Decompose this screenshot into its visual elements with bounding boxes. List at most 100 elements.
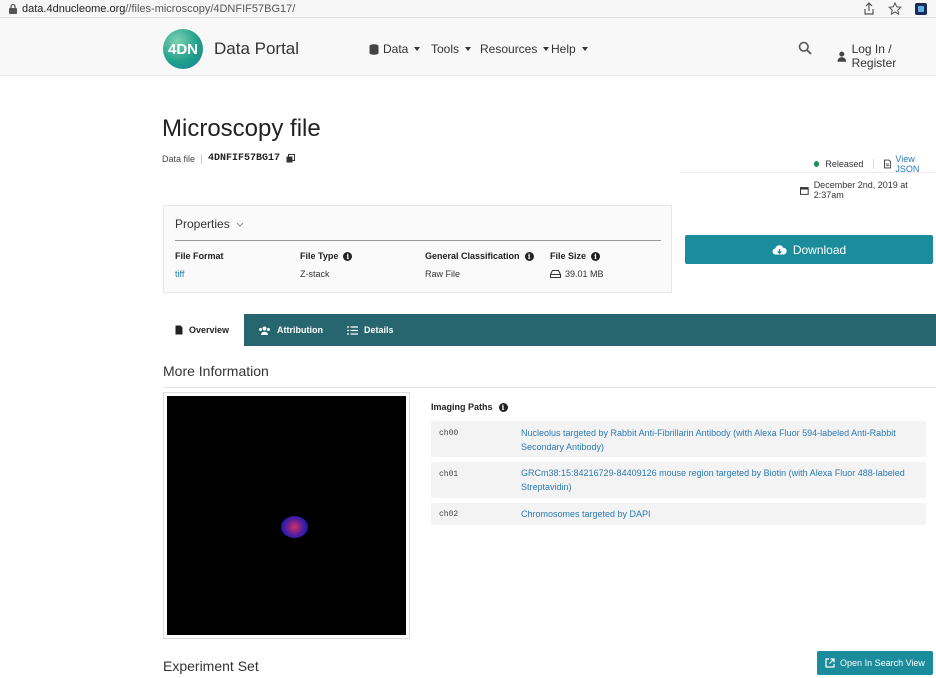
prop-classification: General Classification i Raw File <box>425 251 534 279</box>
prop-label: General Classification <box>425 251 520 261</box>
menu-help[interactable]: Help <box>551 42 588 56</box>
properties-toggle[interactable]: Properties <box>175 217 244 231</box>
4dn-logo[interactable]: 4DN <box>163 29 203 69</box>
url-host: data.4dnucleome.org <box>22 3 126 15</box>
file-icon <box>175 325 183 335</box>
status-badge: Released <box>825 159 864 169</box>
menu-tools-label: Tools <box>431 42 460 56</box>
accession-id: 4DNFIF57BG17 <box>208 153 281 164</box>
file-format-link[interactable]: tiff <box>175 269 184 279</box>
imaging-path-row: ch01 GRCm38:15:84216729-84409126 mouse r… <box>431 462 926 498</box>
prop-file-size: File Size i 39.01 MB <box>550 251 604 279</box>
extension-icon[interactable] <box>914 2 928 16</box>
copy-icon[interactable] <box>286 154 296 163</box>
login-label: Log In / Register <box>851 42 897 70</box>
cloud-download-icon <box>772 244 787 254</box>
tab-details[interactable]: Details <box>335 314 406 346</box>
status-dot-icon <box>814 161 820 167</box>
info-icon[interactable]: i <box>591 251 601 261</box>
hard-drive-icon <box>550 270 561 278</box>
users-icon <box>259 326 270 335</box>
tab-label: Attribution <box>277 325 323 335</box>
star-icon[interactable] <box>888 1 902 16</box>
tab-label: Details <box>364 325 394 335</box>
info-icon[interactable]: i <box>524 251 534 261</box>
prop-value: Raw File <box>425 269 461 279</box>
prop-file-type: File Type i Z-stack <box>300 251 353 279</box>
prop-label: File Size <box>550 251 587 261</box>
more-info-title: More Information <box>163 363 269 379</box>
chevron-down-icon <box>465 47 472 51</box>
tab-overview[interactable]: Overview <box>163 314 244 346</box>
file-type-label: Data file <box>162 153 196 164</box>
url-path: //files-microscopy/4DNFIF57BG17/ <box>125 3 296 15</box>
top-navbar: 4DN Data Portal Data Tools Resources Hel… <box>0 18 936 76</box>
calendar-icon <box>800 186 809 195</box>
nucleus-spot <box>281 516 308 538</box>
divider <box>163 387 936 388</box>
prop-file-format: File Format tiff <box>175 251 224 279</box>
prop-label: File Type <box>300 251 339 261</box>
share-icon[interactable] <box>862 2 876 16</box>
url-text[interactable]: data.4dnucleome.org//files-microscopy/4D… <box>22 3 295 15</box>
prop-value: Z-stack <box>300 269 330 279</box>
channel-id: ch00 <box>439 429 459 438</box>
properties-title: Properties <box>175 217 230 231</box>
download-button[interactable]: Download <box>685 235 933 264</box>
external-link-icon <box>825 658 835 668</box>
menu-data[interactable]: Data <box>369 42 421 56</box>
status-area: Released View JSON <box>814 154 936 174</box>
search-icon[interactable] <box>798 41 812 55</box>
divider <box>680 172 936 173</box>
browser-url-bar: data.4dnucleome.org//files-microscopy/4D… <box>0 0 936 18</box>
open-in-search-view-button[interactable]: Open In Search View <box>817 651 933 675</box>
view-json-link[interactable]: View JSON <box>884 154 936 174</box>
user-icon <box>837 51 847 62</box>
imaging-paths-label: Imaging Paths <box>431 402 493 412</box>
open-search-label: Open In Search View <box>840 658 925 668</box>
imaging-path-row: ch02 Chromosomes targeted by DAPI <box>431 503 926 525</box>
download-label: Download <box>792 242 847 257</box>
page-title: Microscopy file <box>162 115 321 142</box>
menu-tools[interactable]: Tools <box>431 42 472 56</box>
channel-id: ch02 <box>439 510 459 519</box>
date-created: December 2nd, 2019 at 2:37am <box>800 180 936 200</box>
brand-title[interactable]: Data Portal <box>214 39 299 59</box>
lock-icon <box>9 3 17 14</box>
prop-value: 39.01 MB <box>565 269 604 279</box>
date-text: December 2nd, 2019 at 2:37am <box>813 180 908 200</box>
tab-attribution[interactable]: Attribution <box>246 314 335 346</box>
login-register-link[interactable]: Log In / Register <box>837 42 936 70</box>
menu-resources-label: Resources <box>480 42 538 56</box>
chevron-down-icon <box>236 222 244 227</box>
database-icon <box>369 43 379 55</box>
prop-label: File Format <box>175 251 224 261</box>
microscopy-image <box>167 396 406 635</box>
chevron-down-icon <box>414 47 421 51</box>
divider <box>873 159 875 169</box>
menu-resources[interactable]: Resources <box>480 42 550 56</box>
menu-data-label: Data <box>383 42 409 56</box>
file-code-icon <box>884 159 892 169</box>
experiment-set-title: Experiment Set <box>163 658 259 674</box>
tab-bar: Overview Attribution Details <box>163 314 936 346</box>
properties-panel: Properties File Format tiff File Type i Z… <box>163 205 672 293</box>
imaging-paths-heading: Imaging Paths i <box>431 402 508 412</box>
tab-label: Overview <box>189 325 230 335</box>
info-icon[interactable]: i <box>343 251 353 261</box>
microscopy-thumbnail[interactable] <box>163 392 410 639</box>
chevron-down-icon <box>581 47 588 51</box>
view-json-label: View JSON <box>895 154 920 174</box>
list-icon <box>347 325 358 335</box>
chevron-down-icon <box>543 47 550 51</box>
imaging-path-link[interactable]: Nucleolus targeted by Rabbit Anti-Fibril… <box>521 426 916 454</box>
imaging-path-link[interactable]: Chromosomes targeted by DAPI <box>521 507 916 521</box>
channel-id: ch01 <box>439 470 459 479</box>
file-id-line: Data file 4DNFIF57BG17 <box>162 153 296 164</box>
divider <box>201 153 203 164</box>
imaging-path-link[interactable]: GRCm38:15:84216729-84409126 mouse region… <box>521 466 916 494</box>
imaging-path-row: ch00 Nucleolus targeted by Rabbit Anti-F… <box>431 421 926 457</box>
info-icon[interactable]: i <box>498 402 508 412</box>
menu-help-label: Help <box>551 42 576 56</box>
divider <box>175 240 661 241</box>
